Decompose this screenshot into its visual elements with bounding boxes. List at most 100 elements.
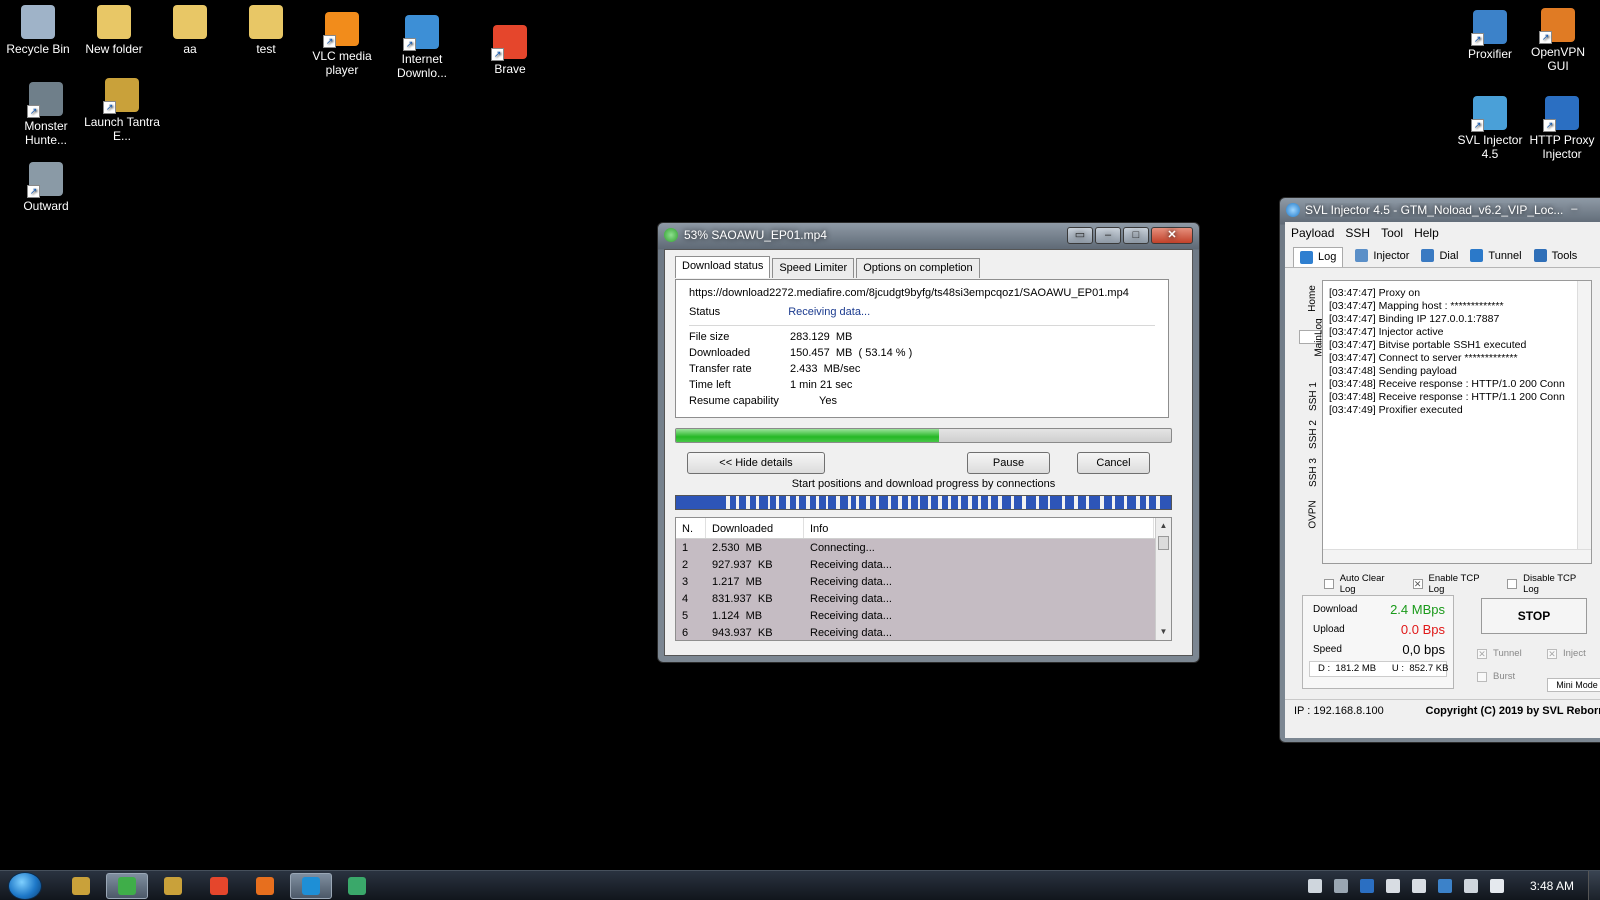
bluetooth-icon[interactable] bbox=[1437, 879, 1452, 893]
scroll-thumb[interactable] bbox=[1158, 536, 1169, 550]
idm-titlebar[interactable]: 53% SAOAWU_EP01.mp4 ▭ – □ ✕ bbox=[658, 223, 1199, 247]
column-header-n[interactable]: N. bbox=[676, 518, 706, 538]
checkbox[interactable] bbox=[1507, 579, 1518, 589]
log-panel[interactable]: [03:47:47] Proxy on [03:47:47] Mapping ho… bbox=[1322, 280, 1592, 564]
volume-icon[interactable] bbox=[1489, 879, 1504, 893]
syringe-icon bbox=[1355, 249, 1369, 262]
desktop-icon[interactable]: HTTP Proxy Injector bbox=[1524, 96, 1600, 161]
checkbox[interactable]: ✕ bbox=[1412, 579, 1423, 589]
side-tab-home[interactable]: Home bbox=[1299, 285, 1321, 312]
menu-item-help[interactable]: Help bbox=[1414, 226, 1439, 240]
taskbar-item[interactable] bbox=[60, 873, 102, 899]
cancel-button[interactable]: Cancel bbox=[1077, 452, 1150, 474]
desktop-icon[interactable]: Launch Tantra E... bbox=[84, 78, 160, 143]
minimize-button[interactable]: – bbox=[1095, 226, 1121, 244]
log-vertical-scrollbar[interactable] bbox=[1577, 281, 1591, 551]
table-row[interactable]: 5 1.124 MB Receiving data... bbox=[676, 607, 1171, 624]
table-row[interactable]: 2 927.937 KB Receiving data... bbox=[676, 556, 1171, 573]
log-horizontal-scrollbar[interactable] bbox=[1323, 549, 1591, 563]
option-inject[interactable]: ✕ Inject bbox=[1547, 648, 1586, 659]
taskbar-item[interactable] bbox=[336, 873, 378, 899]
monitor-icon[interactable] bbox=[1333, 879, 1348, 893]
tools-tray-icon[interactable] bbox=[1385, 879, 1400, 893]
close-button[interactable]: ✕ bbox=[1151, 226, 1193, 244]
desktop-icon[interactable]: test bbox=[228, 5, 304, 56]
column-header-info[interactable]: Info bbox=[804, 518, 1154, 538]
burst-checkbox[interactable] bbox=[1477, 671, 1487, 682]
svl-minimize-button[interactable]: – bbox=[1565, 202, 1583, 219]
maximize-button[interactable]: □ bbox=[1123, 226, 1149, 244]
option-burst[interactable]: Burst bbox=[1477, 671, 1515, 682]
side-tab-ssh-1[interactable]: SSH 1 bbox=[1299, 382, 1321, 411]
table-scrollbar[interactable]: ▲ ▼ bbox=[1155, 518, 1171, 640]
tab-download-status[interactable]: Download status bbox=[675, 256, 771, 278]
tab-dial[interactable]: Dial bbox=[1421, 249, 1458, 262]
svl-titlebar[interactable]: SVL Injector 4.5 - GTM_Noload_v6.2_VIP_L… bbox=[1280, 198, 1600, 222]
taskbar-item[interactable] bbox=[106, 873, 148, 899]
taskbar-item[interactable] bbox=[290, 873, 332, 899]
clock[interactable]: 3:48 AM bbox=[1530, 879, 1574, 893]
table-row[interactable]: 4 831.937 KB Receiving data... bbox=[676, 590, 1171, 607]
download-status-panel: https://download2272.mediafire.com/8jcud… bbox=[675, 279, 1169, 418]
table-row[interactable]: 1 2.530 MB Connecting... bbox=[676, 539, 1171, 556]
stop-button[interactable]: STOP bbox=[1481, 598, 1587, 634]
desktop-icon[interactable]: Proxifier bbox=[1452, 10, 1528, 61]
tab-options-on-completion[interactable]: Options on completion bbox=[856, 258, 980, 278]
tab-injector[interactable]: Injector bbox=[1355, 249, 1409, 262]
menu-item-ssh[interactable]: SSH bbox=[1345, 226, 1370, 240]
desktop-icon[interactable]: Internet Downlo... bbox=[384, 15, 460, 80]
desktop-icon[interactable]: Monster Hunte... bbox=[8, 82, 84, 147]
tab-speed-limiter[interactable]: Speed Limiter bbox=[772, 258, 855, 278]
start-button[interactable] bbox=[8, 872, 42, 900]
side-tab-ssh-2[interactable]: SSH 2 bbox=[1299, 420, 1321, 449]
side-tab-mainlog[interactable]: MainLog bbox=[1299, 318, 1325, 357]
wifi-icon[interactable] bbox=[1463, 879, 1478, 893]
network-icon[interactable] bbox=[1359, 879, 1374, 893]
taskbar-item[interactable] bbox=[198, 873, 240, 899]
desktop-icon[interactable]: Recycle Bin bbox=[0, 5, 76, 56]
idm-download-window[interactable]: 53% SAOAWU_EP01.mp4 ▭ – □ ✕ Download sta… bbox=[657, 222, 1200, 663]
table-row[interactable]: 3 1.217 MB Receiving data... bbox=[676, 573, 1171, 590]
tab-log[interactable]: Log bbox=[1293, 246, 1344, 267]
column-header-downloaded[interactable]: Downloaded bbox=[706, 518, 804, 538]
mini-mode-button[interactable]: Mini Mode bbox=[1547, 678, 1600, 692]
desktop-icon-label: Launch Tantra E... bbox=[84, 115, 160, 143]
tab-tools[interactable]: Tools bbox=[1533, 249, 1577, 262]
table-row[interactable]: 6 943.937 KB Receiving data... bbox=[676, 624, 1171, 640]
show-desktop-button[interactable] bbox=[1588, 871, 1600, 900]
scroll-down-icon[interactable]: ▼ bbox=[1156, 624, 1171, 640]
inject-checkbox[interactable]: ✕ bbox=[1547, 648, 1557, 659]
checkbox[interactable] bbox=[1324, 579, 1334, 589]
taskbar-item[interactable] bbox=[244, 873, 286, 899]
desktop-icon[interactable]: aa bbox=[152, 5, 228, 56]
tunnel-checkbox[interactable]: ✕ bbox=[1477, 648, 1487, 659]
side-tab-ovpn[interactable]: OVPN bbox=[1299, 500, 1321, 528]
side-tab-label: SSH 1 bbox=[1307, 382, 1319, 411]
show-hidden-icon[interactable] bbox=[1307, 879, 1322, 893]
desktop-icon[interactable]: OpenVPN GUI bbox=[1520, 8, 1596, 73]
tab-tunnel[interactable]: Tunnel bbox=[1470, 249, 1522, 262]
menu-item-tool[interactable]: Tool bbox=[1381, 226, 1403, 240]
desktop-icon[interactable]: SVL Injector 4.5 bbox=[1452, 96, 1528, 161]
desktop-icon[interactable]: Brave bbox=[472, 25, 548, 76]
hide-details-button[interactable]: << Hide details bbox=[687, 452, 825, 474]
menu-item-payload[interactable]: Payload bbox=[1291, 226, 1334, 240]
scroll-up-icon[interactable]: ▲ bbox=[1156, 518, 1171, 534]
idm-tray-button[interactable]: ▭ bbox=[1067, 226, 1093, 244]
desktop-icon[interactable]: Outward bbox=[8, 162, 84, 213]
folder-icon bbox=[97, 5, 131, 39]
option-tunnel[interactable]: ✕ Tunnel bbox=[1477, 648, 1522, 659]
connections-table[interactable]: N. Downloaded Info 1 2.530 MB Connecting..… bbox=[675, 517, 1172, 641]
desktop-icon[interactable]: VLC media player bbox=[304, 12, 380, 77]
desktop-icon-label: OpenVPN GUI bbox=[1530, 45, 1586, 73]
desktop-icon[interactable]: New folder bbox=[76, 5, 152, 56]
side-tab-ssh-3[interactable]: SSH 3 bbox=[1299, 458, 1321, 487]
option-auto-clear-log[interactable]: Auto Clear Log bbox=[1324, 573, 1401, 595]
option-disable-tcp-log[interactable]: Disable TCP Log bbox=[1507, 573, 1592, 595]
inject-label: Inject bbox=[1563, 648, 1586, 659]
option-enable-tcp-log[interactable]: ✕ Enable TCP Log bbox=[1412, 573, 1496, 595]
svl-injector-window[interactable]: SVL Injector 4.5 - GTM_Noload_v6.2_VIP_L… bbox=[1279, 197, 1600, 743]
taskbar-item[interactable] bbox=[152, 873, 194, 899]
tools-tray-icon[interactable] bbox=[1411, 879, 1426, 893]
pause-button[interactable]: Pause bbox=[967, 452, 1050, 474]
